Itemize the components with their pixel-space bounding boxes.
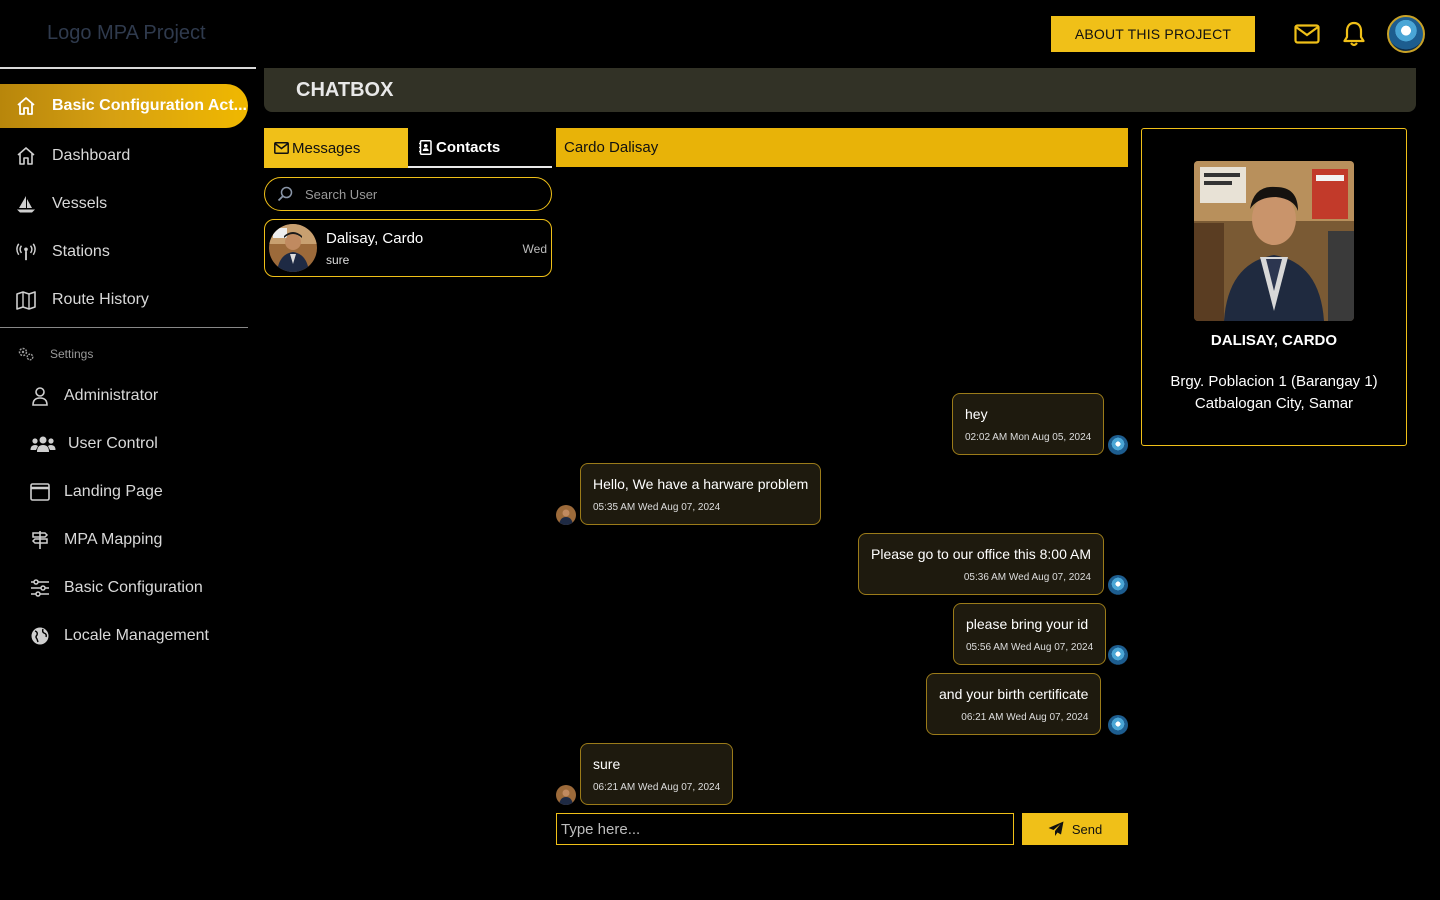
message-time: 06:21 AM Wed Aug 07, 2024 <box>961 712 1089 723</box>
gears-icon <box>16 344 36 364</box>
envelope-icon <box>273 140 289 156</box>
address-book-icon <box>417 139 433 155</box>
sidebar-item-label: Locale Management <box>64 627 209 644</box>
users-icon <box>30 434 56 454</box>
paper-plane-icon <box>1048 821 1064 837</box>
page-header: CHATBOX <box>264 68 1416 112</box>
app-logo[interactable]: Logo MPA Project <box>47 22 206 45</box>
search-icon <box>277 186 293 202</box>
message-bubble-sent: Please go to our office this 8:00 AM 05:… <box>858 533 1104 595</box>
sidebar-item-mpa-mapping[interactable]: MPA Mapping <box>0 520 248 560</box>
address-line-1: Brgy. Poblacion 1 (Barangay 1) <box>1170 373 1378 390</box>
window-icon <box>30 482 50 502</box>
tab-messages[interactable]: Messages <box>264 128 408 168</box>
message-text: hey <box>965 406 988 422</box>
contact-avatar <box>556 505 576 525</box>
send-button[interactable]: Send <box>1022 813 1128 845</box>
sidebar-item-label: User Control <box>68 435 158 452</box>
sidebar-item-active[interactable]: Basic Configuration Act... <box>0 84 248 128</box>
contact-avatar <box>269 224 317 272</box>
profile-name: DALISAY, CARDO <box>1210 332 1338 349</box>
sidebar-item-user-control[interactable]: User Control <box>0 424 248 464</box>
divider <box>0 327 248 328</box>
about-project-button[interactable]: ABOUT THIS PROJECT <box>1051 16 1255 52</box>
antenna-icon <box>16 242 36 262</box>
signpost-icon <box>30 530 50 550</box>
sidebar-item-label: Landing Page <box>64 483 163 500</box>
chat-header: Cardo Dalisay <box>556 128 1128 167</box>
sidebar-item-dashboard[interactable]: Dashboard <box>0 136 248 176</box>
message-input-box[interactable] <box>556 813 1014 845</box>
divider <box>0 67 256 69</box>
sidebar-item-label: MPA Mapping <box>64 531 163 548</box>
sender-avatar <box>1108 575 1128 595</box>
message-bubble-sent: please bring your id 05:56 AM Wed Aug 07… <box>953 603 1107 665</box>
sidebar-item-vessels[interactable]: Vessels <box>0 184 248 224</box>
message-time: 02:02 AM Mon Aug 05, 2024 <box>965 432 1092 443</box>
message-text: Hello, We have a harware problem <box>593 476 809 492</box>
sender-avatar <box>1108 645 1128 665</box>
sidebar-item-landing-page[interactable]: Landing Page <box>0 472 248 512</box>
message-bubble-received: Hello, We have a harware problem 05:35 A… <box>580 463 822 525</box>
message-bubble-sent: hey 02:02 AM Mon Aug 05, 2024 <box>952 393 1105 455</box>
search-box[interactable] <box>264 177 552 211</box>
message-bubble-sent: and your birth certificate 06:21 AM Wed … <box>926 673 1102 735</box>
home-icon <box>16 146 36 166</box>
sidebar-item-label: Dashboard <box>52 147 131 164</box>
message-input[interactable] <box>561 820 1013 838</box>
page-title: CHATBOX <box>296 78 394 101</box>
tab-label: Contacts <box>436 138 501 156</box>
search-input[interactable] <box>305 186 525 202</box>
settings-section-label: Settings <box>16 344 93 364</box>
sidebar-item-locale-management[interactable]: Locale Management <box>0 616 248 656</box>
globe-icon <box>30 626 50 646</box>
message-text: please bring your id <box>966 616 1089 632</box>
tab-contacts[interactable]: Contacts <box>408 128 552 168</box>
profile-photo <box>1194 161 1354 321</box>
map-icon <box>16 290 36 310</box>
message-time: 05:36 AM Wed Aug 07, 2024 <box>963 572 1091 583</box>
contact-time: Wed <box>522 242 547 256</box>
sailboat-icon <box>16 194 36 214</box>
mail-icon[interactable] <box>1293 20 1321 48</box>
sender-avatar <box>1108 715 1128 735</box>
message-time: 05:35 AM Wed Aug 07, 2024 <box>593 502 721 513</box>
contact-profile-panel: DALISAY, CARDO Brgy. Poblacion 1 (Barang… <box>1141 128 1407 446</box>
sliders-icon <box>30 578 50 598</box>
message-text: Please go to our office this 8:00 AM <box>871 546 1091 562</box>
sidebar-item-stations[interactable]: Stations <box>0 232 248 272</box>
message-text: sure <box>593 756 621 772</box>
sidebar-item-basic-configuration[interactable]: Basic Configuration <box>0 568 248 608</box>
home-icon <box>16 96 36 116</box>
sender-avatar <box>1108 435 1128 455</box>
sidebar-item-label: Route History <box>52 291 149 308</box>
tab-label: Messages <box>292 139 361 157</box>
message-time: 05:56 AM Wed Aug 07, 2024 <box>966 642 1094 653</box>
sidebar-item-route-history[interactable]: Route History <box>0 280 248 320</box>
sidebar-item-label: Stations <box>52 243 110 260</box>
sidebar-item-label: Vessels <box>52 195 108 212</box>
contact-list-item[interactable]: Dalisay, Cardo sure Wed <box>264 219 552 277</box>
sidebar-item-label: Basic Configuration Act... <box>52 97 247 114</box>
address-line-2: Catbalogan City, Samar <box>1194 395 1354 412</box>
contact-avatar <box>556 785 576 805</box>
contact-last-message: sure <box>326 252 350 267</box>
sidebar-item-label: Basic Configuration <box>64 579 203 596</box>
bell-icon[interactable] <box>1340 20 1368 48</box>
message-bubble-received: sure 06:21 AM Wed Aug 07, 2024 <box>580 743 734 805</box>
profile-address: Brgy. Poblacion 1 (Barangay 1) Catbaloga… <box>1142 371 1406 415</box>
contact-name: Dalisay, Cardo <box>326 229 424 247</box>
send-label: Send <box>1071 821 1103 837</box>
user-avatar[interactable] <box>1387 15 1425 53</box>
message-time: 06:21 AM Wed Aug 07, 2024 <box>593 782 721 793</box>
user-icon <box>30 386 50 406</box>
sidebar-item-label: Administrator <box>64 387 159 404</box>
sidebar-item-administrator[interactable]: Administrator <box>0 376 248 416</box>
message-text: and your birth certificate <box>939 686 1089 702</box>
